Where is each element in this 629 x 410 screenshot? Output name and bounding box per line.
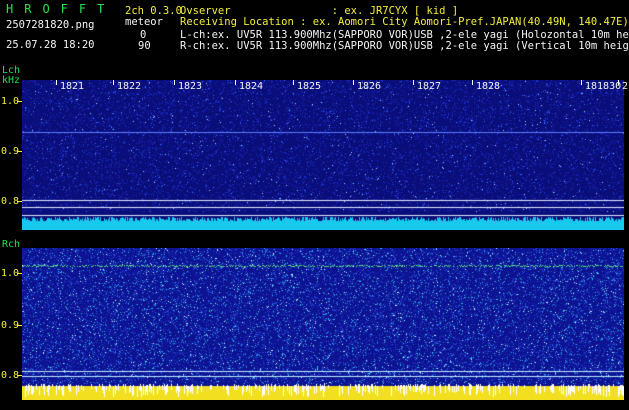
lch-info: L-ch:ex. UV5R 113.900Mhz(SAPPORO VOR)USB… bbox=[180, 29, 629, 41]
minute-tick bbox=[56, 80, 57, 85]
meteor-label: meteor bbox=[125, 16, 163, 28]
file-name: 2507281820.png bbox=[6, 19, 95, 31]
app-logo: HROFFT bbox=[6, 2, 116, 16]
rch-info: R-ch:ex. UV5R 113.900Mhz(SAPPORO VOR)USB… bbox=[180, 40, 629, 52]
minute-tick bbox=[235, 80, 236, 85]
lch-spectrogram bbox=[22, 80, 624, 230]
rch-spectrogram bbox=[22, 248, 624, 400]
minute-tick bbox=[113, 80, 114, 85]
meteor-count-lch: 0 bbox=[140, 29, 147, 41]
date-time: 25.07.28 18:20 bbox=[6, 39, 95, 51]
minute-label: 1823 bbox=[178, 81, 203, 92]
minute-tick bbox=[618, 80, 619, 85]
minute-label: 1826 bbox=[357, 81, 382, 92]
observer-info: Ovserver : ex. JR7CYX [ kid ] bbox=[180, 5, 459, 17]
rch-label: Rch bbox=[2, 239, 21, 250]
meteor-count-rch: 90 bbox=[138, 40, 151, 52]
location-info: Receiving Location : ex. Aomori City Aom… bbox=[180, 16, 629, 28]
channel-version: 2ch 0.3.0 bbox=[125, 5, 182, 17]
unit-label: kHz bbox=[2, 75, 21, 86]
minute-label: 1824 bbox=[239, 81, 264, 92]
minute-tick bbox=[472, 80, 473, 85]
minute-tick bbox=[174, 80, 175, 85]
minute-label: 1825 bbox=[297, 81, 322, 92]
minute-label: 2 bbox=[622, 81, 629, 92]
minute-label: 1821 bbox=[60, 81, 85, 92]
minute-label: 1827 bbox=[417, 81, 442, 92]
minute-label: 181830 bbox=[585, 81, 622, 92]
minute-tick bbox=[353, 80, 354, 85]
minute-tick bbox=[413, 80, 414, 85]
minute-label: 1828 bbox=[476, 81, 501, 92]
minute-tick bbox=[293, 80, 294, 85]
minute-label: 1822 bbox=[117, 81, 142, 92]
minute-tick bbox=[581, 80, 582, 85]
